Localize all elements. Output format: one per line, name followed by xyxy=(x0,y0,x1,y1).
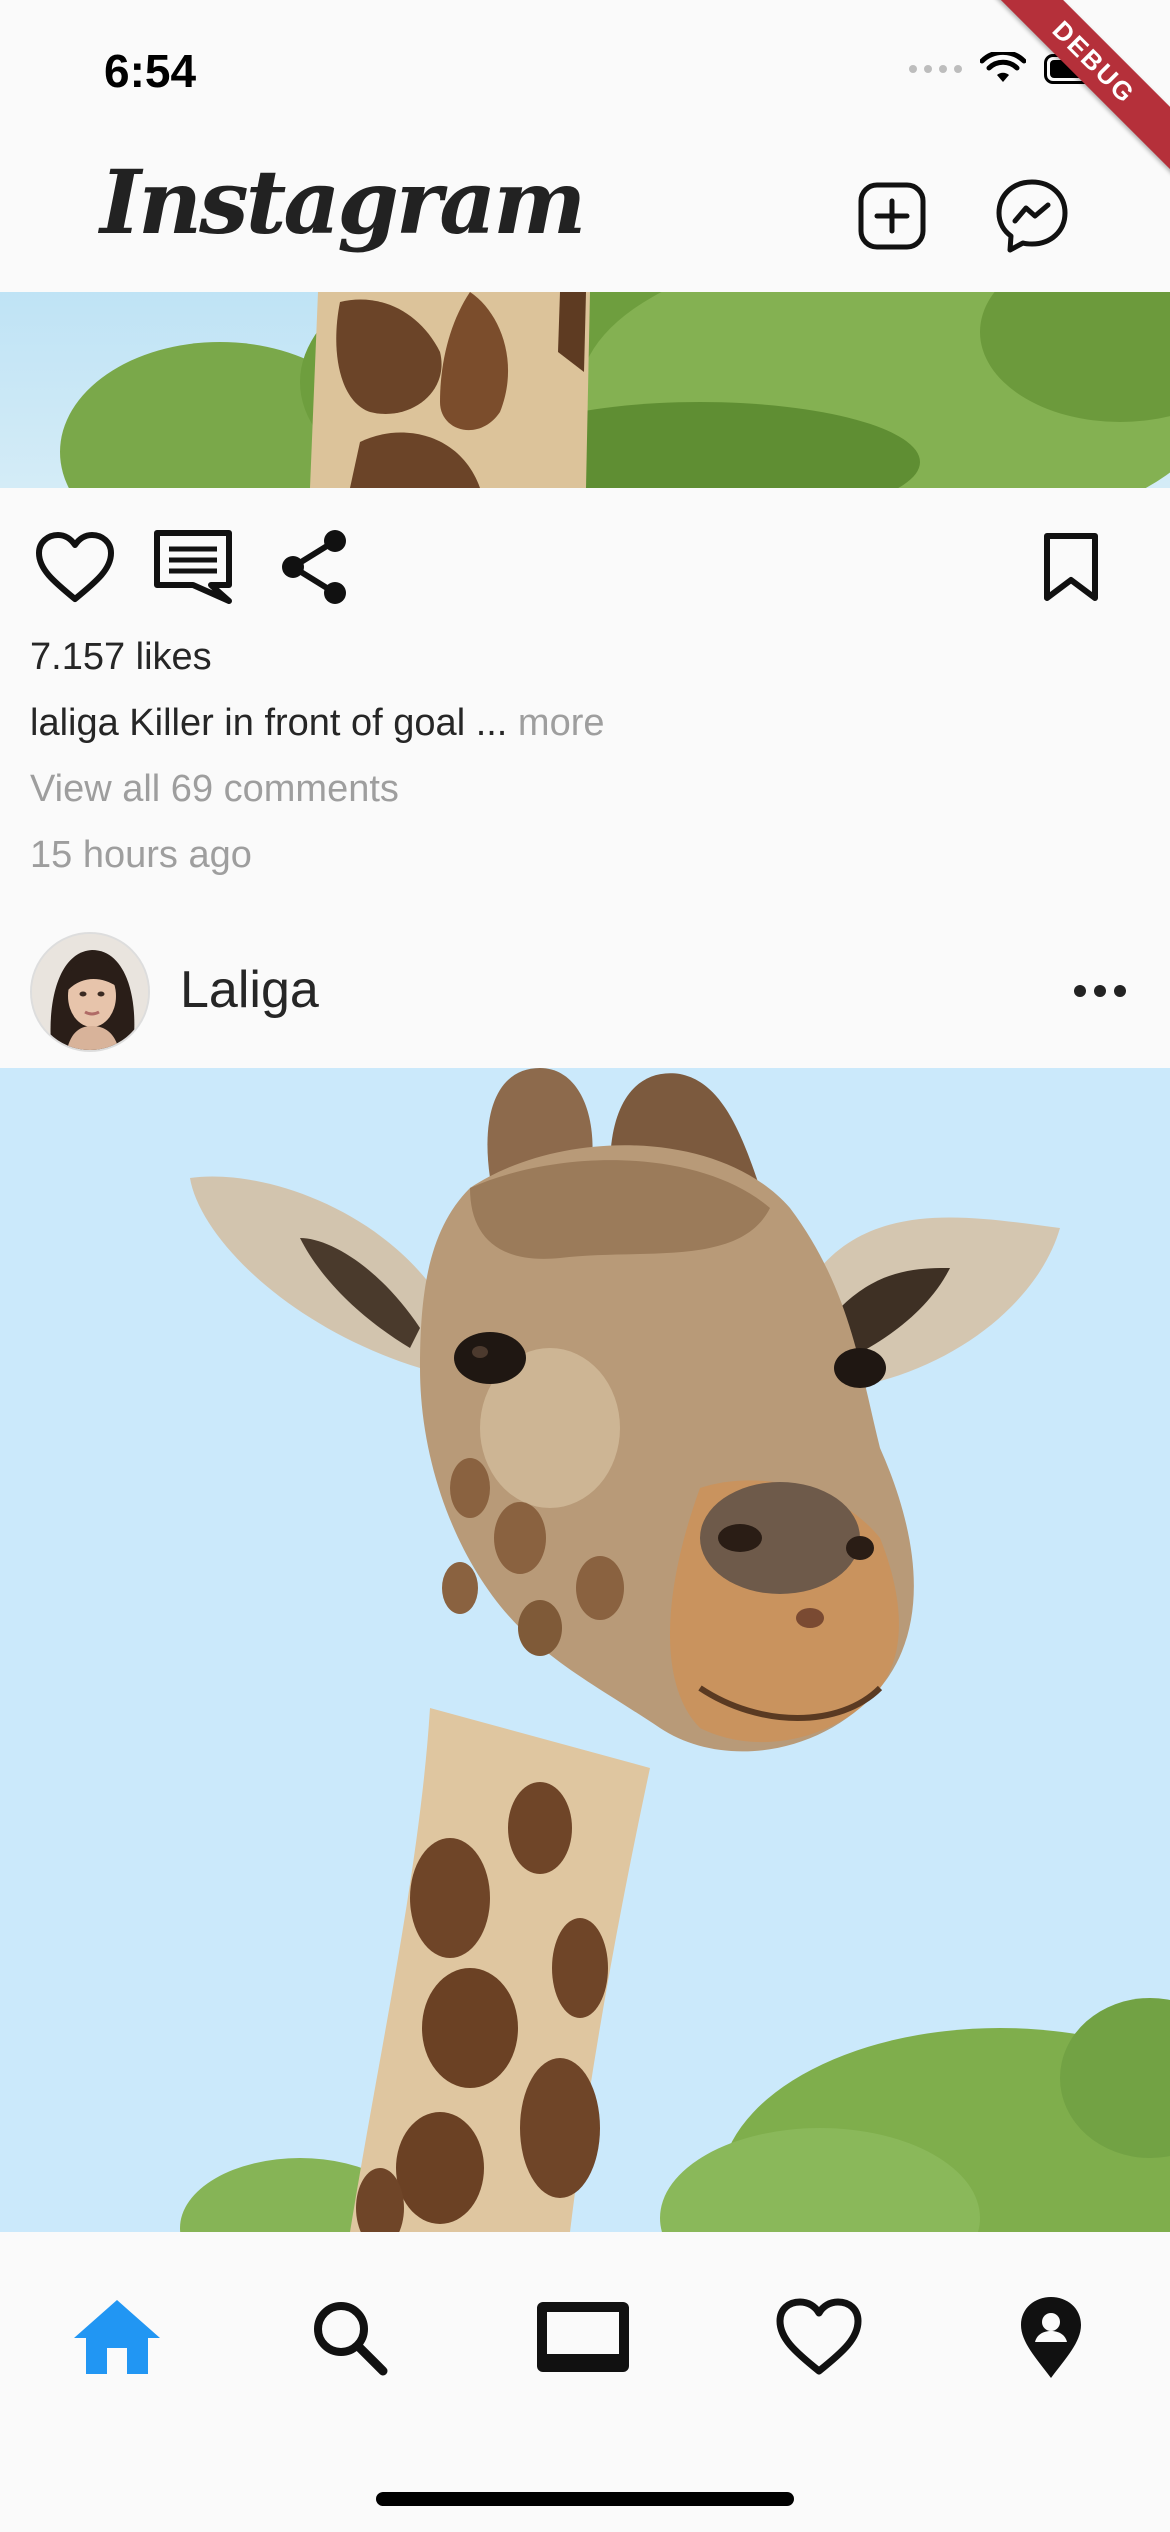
search-icon xyxy=(314,2302,388,2376)
caption-username[interactable]: laliga xyxy=(30,702,119,744)
caption-more-link[interactable]: more xyxy=(507,702,605,744)
comment-button[interactable] xyxy=(148,522,238,612)
post-timestamp: 15 hours ago xyxy=(30,834,252,876)
share-icon xyxy=(282,530,346,604)
view-comments-link[interactable]: View all 69 comments xyxy=(30,768,399,811)
location-pin-icon xyxy=(1021,2297,1081,2378)
post-caption: laliga Killer in front of goal ... more xyxy=(30,702,605,745)
reels-icon xyxy=(537,2302,629,2372)
add-post-button[interactable] xyxy=(852,176,932,256)
more-options-button[interactable] xyxy=(1060,956,1140,1026)
post-username[interactable]: Laliga xyxy=(180,960,319,1020)
bookmark-button[interactable] xyxy=(1026,522,1116,612)
post-actions xyxy=(0,488,1170,640)
instagram-logo: Instagram xyxy=(100,150,586,254)
avatar[interactable] xyxy=(30,932,150,1052)
share-button[interactable] xyxy=(270,522,360,612)
like-button[interactable] xyxy=(30,522,120,612)
previous-post-image[interactable] xyxy=(0,292,1170,488)
bookmark-icon xyxy=(1044,533,1098,601)
app-bar: Instagram xyxy=(0,140,1170,292)
home-indicator[interactable] xyxy=(376,2492,794,2506)
bottom-navigation xyxy=(0,2232,1170,2532)
heart-outline-icon xyxy=(36,532,114,602)
post-image[interactable] xyxy=(0,1068,1170,2232)
nav-profile[interactable] xyxy=(996,2282,1106,2392)
caption-text: Killer in front of goal ... xyxy=(118,702,508,744)
more-horizontal-icon xyxy=(1074,985,1126,997)
likes-count[interactable]: 7.157 likes xyxy=(30,636,212,679)
heart-icon xyxy=(776,2298,862,2375)
messenger-button[interactable] xyxy=(992,176,1072,256)
status-time: 6:54 xyxy=(104,45,197,97)
add-square-icon xyxy=(858,182,926,250)
status-bar: 6:54 xyxy=(0,0,1170,140)
messenger-icon xyxy=(996,179,1068,253)
nav-search[interactable] xyxy=(294,2282,404,2392)
wifi-icon xyxy=(980,52,1026,82)
home-icon xyxy=(74,2300,160,2374)
nav-activity[interactable] xyxy=(764,2282,874,2392)
post-header: Laliga xyxy=(0,920,1170,1068)
signal-icon xyxy=(909,65,962,73)
comment-icon xyxy=(154,530,232,604)
nav-reels[interactable] xyxy=(528,2282,638,2392)
nav-home[interactable] xyxy=(62,2282,172,2392)
